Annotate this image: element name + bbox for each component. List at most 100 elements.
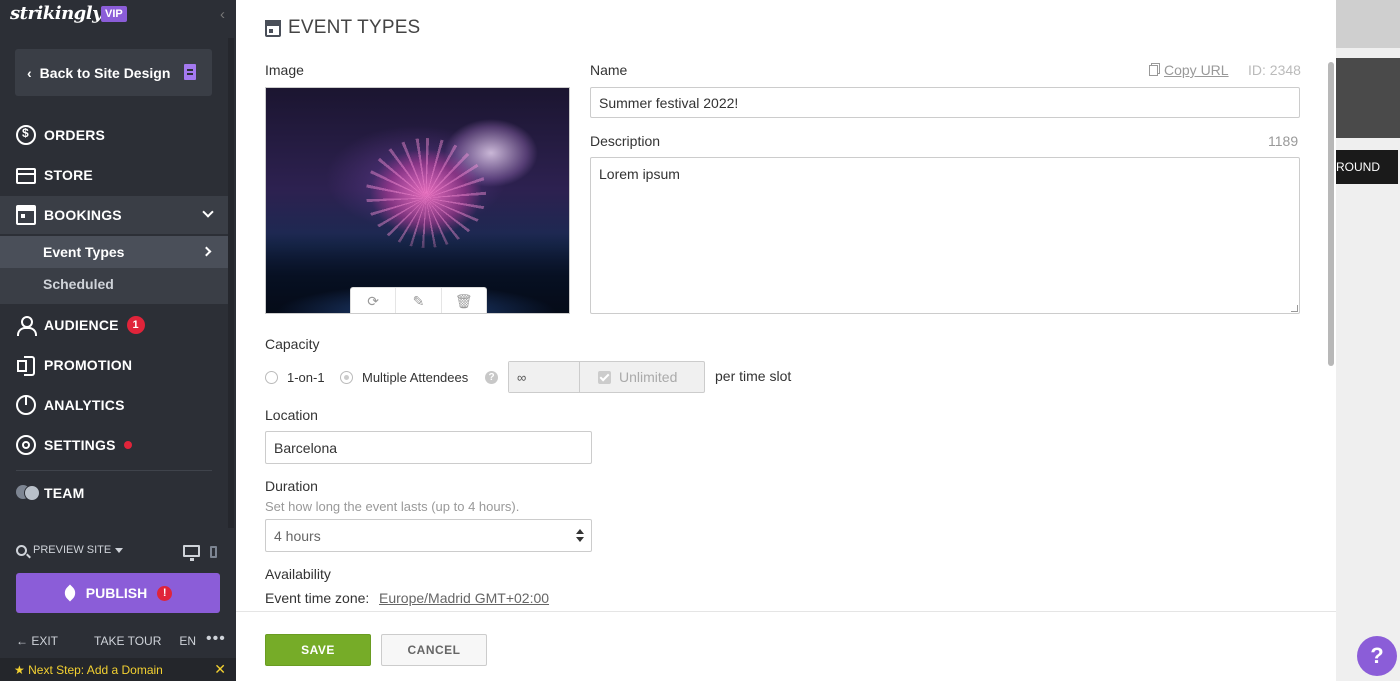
copy-url-link[interactable]: Copy URL — [1149, 62, 1229, 78]
sidebar-scrollbar[interactable] — [228, 38, 234, 528]
per-time-slot-label: per time slot — [715, 368, 792, 384]
cancel-button[interactable]: CANCEL — [381, 634, 487, 666]
mobile-preview-icon[interactable] — [210, 546, 217, 558]
publish-warning-icon: ! — [157, 585, 173, 601]
desktop-preview-icon[interactable] — [183, 545, 200, 561]
sidebar-item-audience[interactable]: AUDIENCE 1 — [0, 306, 228, 344]
location-input[interactable] — [265, 431, 592, 464]
sidebar-item-store[interactable]: STORE — [0, 156, 228, 194]
event-image: ⟳ ✎ 🗑 — [265, 87, 570, 314]
capacity-multiple-label: Multiple Attendees — [362, 370, 469, 385]
duration-select[interactable]: 4 hours — [265, 519, 592, 552]
back-to-site-design-label: Back to Site Design — [39, 64, 171, 81]
save-button[interactable]: SAVE — [265, 634, 371, 666]
timezone-link[interactable]: Europe/Madrid GMT+02:00 — [379, 590, 549, 606]
caret-down-icon — [115, 547, 124, 553]
sidebar-item-settings[interactable]: SETTINGS — [0, 426, 228, 464]
take-tour-link[interactable]: TAKE TOUR — [94, 634, 161, 648]
sidebar-item-label: AUDIENCE — [44, 317, 119, 333]
rocket-icon — [61, 584, 79, 602]
capacity-one-on-one-radio[interactable] — [265, 371, 278, 384]
edit-image-icon[interactable]: ✎ — [396, 288, 442, 313]
preview-dark-block — [1336, 58, 1400, 138]
name-label: Name — [590, 62, 628, 78]
star-icon: ★ — [14, 662, 25, 677]
sidebar-item-label: ANALYTICS — [44, 397, 125, 413]
description-label: Description — [590, 133, 661, 149]
description-textarea[interactable]: Lorem ipsum — [590, 157, 1300, 314]
language-selector[interactable]: EN — [179, 634, 196, 648]
sidebar-item-label: PROMOTION — [44, 357, 133, 373]
event-id: ID: 2348 — [1248, 62, 1301, 78]
sidebar-item-label: BOOKINGS — [44, 207, 122, 223]
capacity-input[interactable]: ∞ — [509, 362, 580, 392]
sidebar-subitem-event-types[interactable]: Event Types — [0, 236, 228, 268]
unlimited-checkbox[interactable]: Unlimited — [580, 362, 704, 392]
vip-badge: VIP — [101, 6, 127, 22]
preview-button-fragment: ROUND — [1336, 150, 1398, 184]
chevron-right-icon — [201, 246, 212, 257]
preview-site-dropdown[interactable]: PREVIEW SITE — [16, 544, 124, 556]
sidebar-item-analytics[interactable]: ANALYTICS — [0, 386, 228, 424]
duration-label: Duration — [265, 478, 318, 494]
textarea-resize-handle[interactable] — [1291, 305, 1298, 312]
sidebar-header: strikingly VIP ‹ — [0, 0, 236, 32]
dollar-circle-icon — [16, 125, 36, 145]
store-icon — [16, 168, 36, 184]
sidebar-subitem-label: Scheduled — [43, 276, 114, 292]
preview-header-block — [1336, 0, 1400, 48]
document-icon — [184, 64, 196, 80]
location-label: Location — [265, 407, 318, 423]
sidebar: strikingly VIP ‹ ‹ Back to Site Design O… — [0, 0, 236, 681]
replace-image-icon[interactable]: ⟳ — [351, 288, 397, 313]
sidebar-item-label: ORDERS — [44, 127, 106, 143]
sidebar-item-bookings[interactable]: BOOKINGS — [0, 196, 228, 234]
search-icon — [16, 544, 27, 556]
capacity-input-group: ∞ Unlimited — [508, 361, 705, 393]
help-button[interactable]: ? — [1357, 636, 1397, 676]
help-circle-icon[interactable]: ? — [485, 371, 498, 384]
megaphone-icon — [16, 355, 36, 376]
sidebar-subitem-scheduled[interactable]: Scheduled — [0, 268, 228, 300]
next-step-label: Next Step: Add a Domain — [28, 662, 163, 677]
panel-scrollbar[interactable] — [1328, 62, 1334, 366]
bookings-submenu: Event Types Scheduled — [0, 236, 228, 304]
sidebar-item-promotion[interactable]: PROMOTION — [0, 346, 228, 384]
name-input[interactable] — [590, 87, 1300, 118]
checkbox-icon — [598, 370, 611, 384]
exit-label: EXIT — [31, 634, 59, 648]
delete-image-icon[interactable]: 🗑 — [442, 288, 486, 313]
sidebar-divider — [16, 470, 212, 471]
publish-label: PUBLISH — [85, 585, 148, 601]
next-step-banner[interactable]: ★ Next Step: Add a Domain ✕ — [0, 658, 236, 681]
preview-site-label: PREVIEW SITE — [33, 544, 112, 556]
capacity-label: Capacity — [265, 336, 320, 352]
back-to-site-design-button[interactable]: ‹ Back to Site Design — [15, 49, 212, 96]
user-icon — [16, 315, 37, 336]
sidebar-footer-links: ← EXIT TAKE TOUR EN ••• — [16, 630, 226, 648]
more-options-icon[interactable]: ••• — [206, 630, 226, 648]
collapse-sidebar-icon[interactable]: ‹ — [220, 6, 225, 23]
sidebar-item-orders[interactable]: ORDERS — [0, 116, 228, 154]
copy-icon — [1149, 64, 1158, 76]
select-arrows-icon — [576, 529, 584, 543]
pie-chart-icon — [16, 395, 36, 415]
panel-footer: SAVE CANCEL — [236, 611, 1336, 681]
duration-selected-value: 4 hours — [274, 527, 321, 544]
strikingly-logo[interactable]: strikingly — [10, 3, 103, 24]
sidebar-item-label: TEAM — [44, 485, 85, 501]
capacity-multiple-radio[interactable] — [340, 371, 353, 384]
sidebar-item-team[interactable]: TEAM — [0, 474, 228, 512]
sidebar-item-label: SETTINGS — [44, 437, 116, 453]
settings-alert-dot — [123, 441, 132, 449]
calendar-icon — [16, 205, 36, 225]
close-icon[interactable]: ✕ — [214, 661, 226, 678]
exit-link[interactable]: ← EXIT — [16, 634, 76, 648]
calendar-icon — [265, 19, 281, 37]
sidebar-subitem-label: Event Types — [43, 244, 125, 260]
team-avatars-icon — [16, 483, 40, 503]
chevron-down-icon — [202, 206, 214, 218]
publish-button[interactable]: PUBLISH ! — [16, 573, 220, 613]
audience-count-badge: 1 — [126, 316, 145, 334]
image-label: Image — [265, 62, 304, 78]
